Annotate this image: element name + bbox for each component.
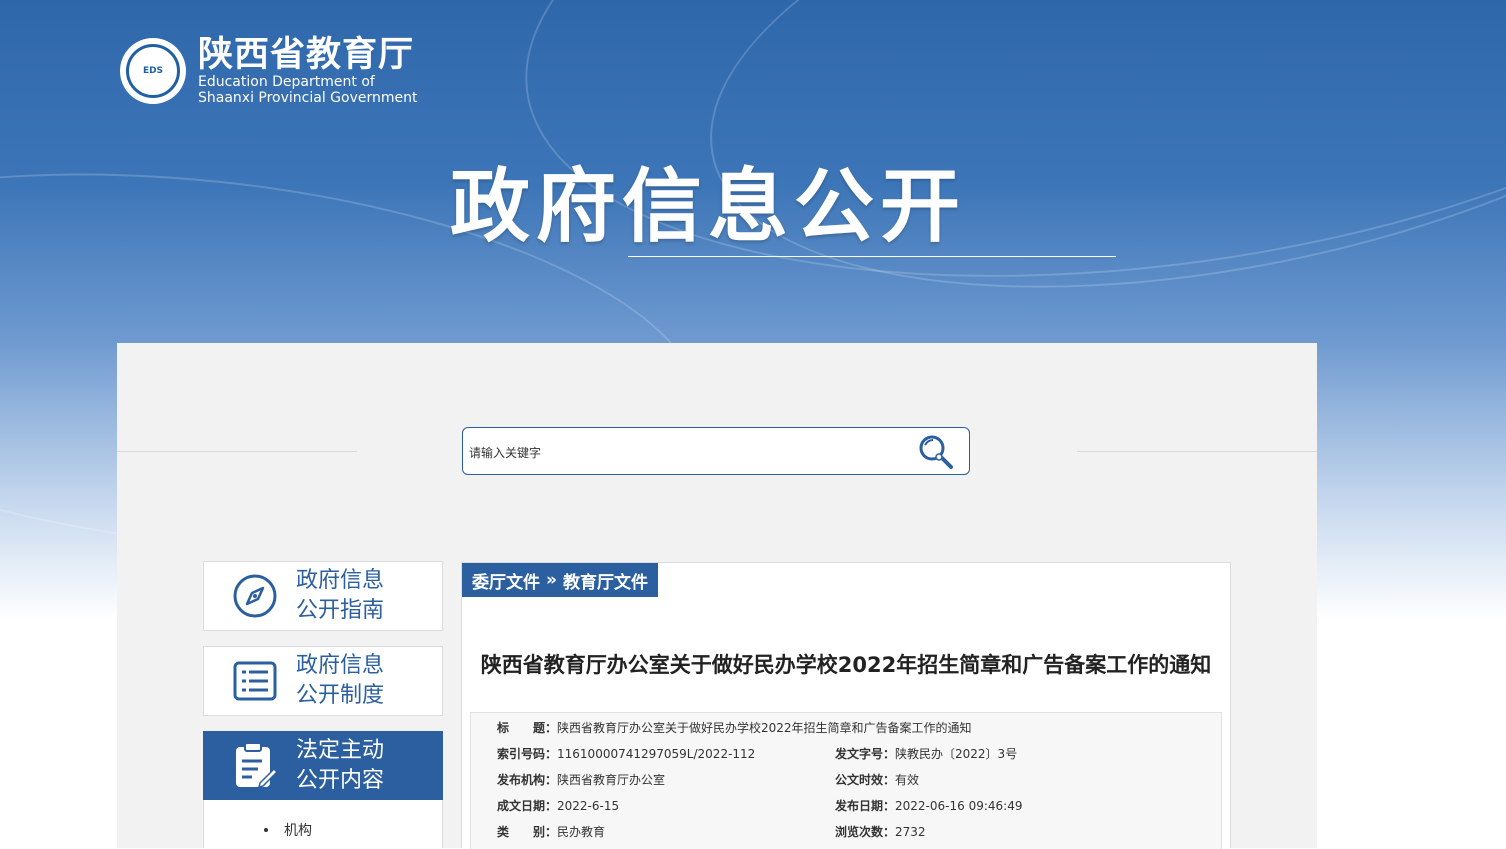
breadcrumb-separator: » bbox=[546, 570, 557, 590]
compass-icon bbox=[233, 574, 277, 618]
submenu-item-label: 机构 bbox=[284, 823, 312, 839]
document-title: 陕西省教育厅办公室关于做好民办学校2022年招生简章和广告备案工作的通知 bbox=[480, 653, 1212, 677]
meta-value-publisher: 陕西省教育厅办公室 bbox=[557, 773, 666, 787]
meta-value-docno: 陕教民办〔2022〕3号 bbox=[895, 747, 1018, 761]
breadcrumb: 委厅文件 » 教育厅文件 bbox=[462, 563, 658, 597]
breadcrumb-level1[interactable]: 委厅文件 bbox=[472, 568, 540, 593]
page-title: 政府信息公开 bbox=[450, 160, 966, 253]
search-button[interactable] bbox=[913, 430, 959, 474]
org-name-en-line2: Shaanxi Provincial Government bbox=[198, 90, 418, 106]
meta-key-docno: 发文字号： bbox=[835, 747, 896, 761]
meta-key-publisher: 发布机构： bbox=[497, 773, 558, 787]
divider-left bbox=[117, 451, 357, 452]
org-name-en-line1: Education Department of bbox=[198, 74, 375, 90]
site-logo[interactable]: EDS 陕西省教育厅 Education Department of Shaan… bbox=[120, 36, 418, 106]
department-seal-icon: EDS bbox=[120, 38, 186, 104]
submenu-item-organization[interactable]: 机构 bbox=[264, 820, 312, 840]
divider-right bbox=[1077, 451, 1317, 452]
meta-key-category: 类 别： bbox=[497, 825, 558, 839]
meta-key-published: 发布日期： bbox=[835, 799, 896, 813]
list-icon bbox=[233, 661, 277, 701]
seal-label: EDS bbox=[126, 44, 180, 98]
search-box bbox=[462, 427, 970, 475]
meta-value-index: 11610000741297059L/2022-112 bbox=[557, 747, 756, 761]
sidebar-item-mandatory-disclosure[interactable]: 法定主动 公开内容 bbox=[203, 731, 443, 801]
meta-value-title: 陕西省教育厅办公室关于做好民办学校2022年招生简章和广告备案工作的通知 bbox=[557, 721, 972, 735]
sidebar-item-label: 法定主动 公开内容 bbox=[296, 738, 385, 793]
meta-key-views: 浏览次数： bbox=[835, 825, 896, 839]
meta-key-index: 索引号码： bbox=[497, 747, 558, 761]
meta-value-created: 2022-6-15 bbox=[557, 799, 620, 813]
org-name-cn: 陕西省教育厅 bbox=[198, 35, 415, 75]
sidebar-item-label: 政府信息 公开指南 bbox=[296, 568, 385, 623]
meta-value-validity: 有效 bbox=[895, 773, 920, 787]
bullet-icon bbox=[264, 828, 268, 832]
meta-value-category: 民办教育 bbox=[557, 825, 606, 839]
document-content: 委厅文件 » 教育厅文件 陕西省教育厅办公室关于做好民办学校2022年招生简章和… bbox=[461, 562, 1231, 849]
sidebar-submenu: 机构 bbox=[203, 800, 443, 848]
search-input[interactable] bbox=[467, 442, 891, 464]
meta-key-created: 成文日期： bbox=[497, 799, 558, 813]
meta-value-published: 2022-06-16 09:46:49 bbox=[895, 799, 1023, 813]
meta-key-title: 标 题： bbox=[497, 721, 558, 735]
breadcrumb-level2[interactable]: 教育厅文件 bbox=[563, 568, 648, 593]
title-underline bbox=[628, 256, 1116, 257]
clipboard-edit-icon bbox=[236, 742, 278, 789]
sidebar-item-label: 政府信息 公开制度 bbox=[296, 653, 385, 708]
search-icon bbox=[919, 435, 953, 469]
meta-value-views: 2732 bbox=[895, 825, 926, 839]
sidebar-item-disclosure-system[interactable]: 政府信息 公开制度 bbox=[203, 646, 443, 716]
meta-key-validity: 公文时效： bbox=[835, 773, 896, 787]
sidebar-item-disclosure-guide[interactable]: 政府信息 公开指南 bbox=[203, 561, 443, 631]
document-metadata: 标 题：陕西省教育厅办公室关于做好民办学校2022年招生简章和广告备案工作的通知… bbox=[470, 712, 1222, 849]
